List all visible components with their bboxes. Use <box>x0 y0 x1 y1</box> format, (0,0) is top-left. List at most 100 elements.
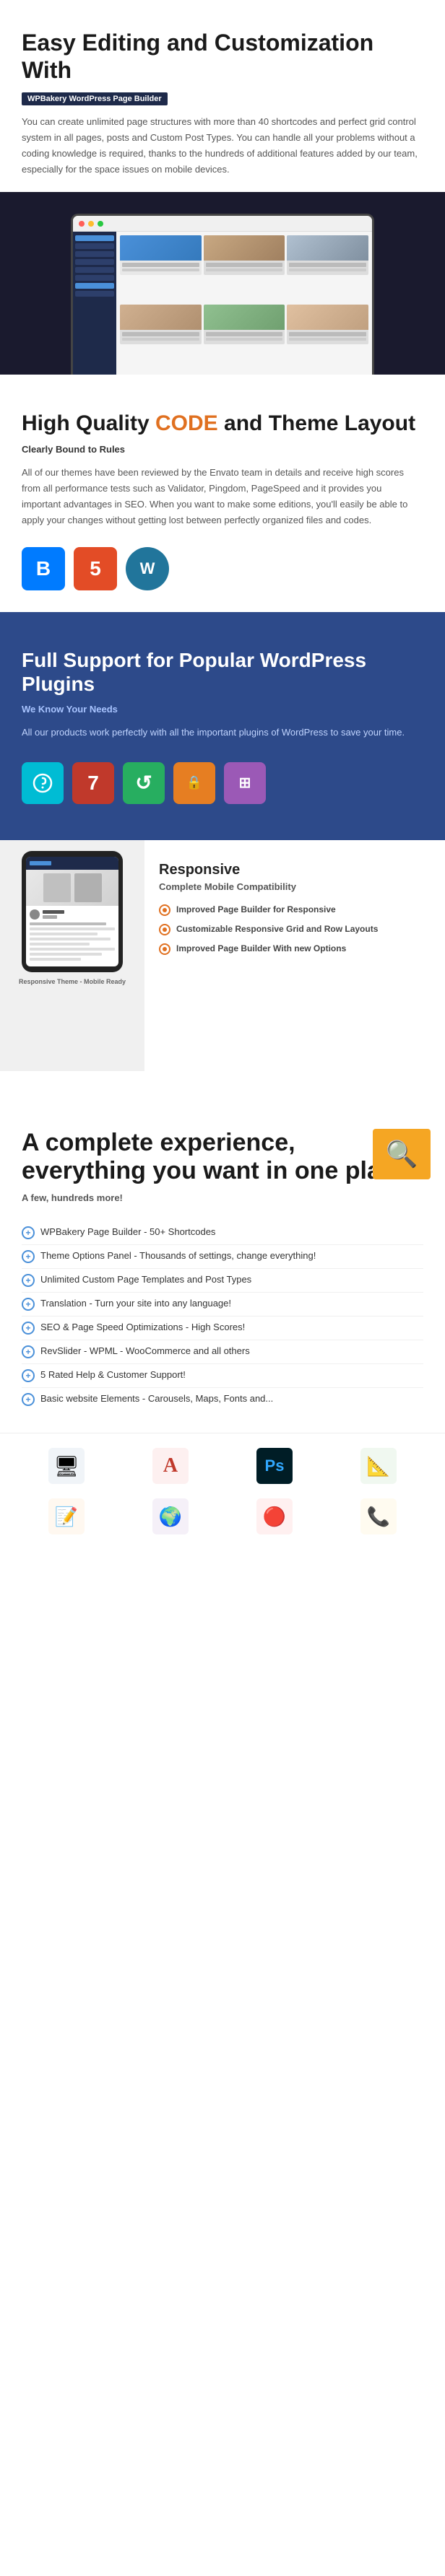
feature-icon-4 <box>22 1298 35 1311</box>
feature-icon-5 <box>22 1322 35 1335</box>
feature-item-4: Translation - Turn your site into any la… <box>22 1293 423 1317</box>
check-item-3: Improved Page Builder With new Options <box>159 943 431 955</box>
feature-text-4: Translation - Turn your site into any la… <box>40 1298 231 1309</box>
phone-line <box>30 943 90 946</box>
sidebar-item <box>75 275 114 281</box>
icon-circle-typography: A <box>152 1448 189 1484</box>
support-heading: Full Support for Popular WordPress Plugi… <box>22 648 423 697</box>
feature-text-2: Theme Options Panel - Thousands of setti… <box>40 1250 316 1261</box>
sidebar-item <box>75 267 114 273</box>
feature-icon-7 <box>22 1369 35 1382</box>
phone-date <box>43 915 57 919</box>
phone-label: Responsive Theme - Mobile Ready <box>11 978 134 985</box>
code-heading: High Quality CODE and Theme Layout <box>22 411 423 437</box>
feature-icon-3 <box>22 1274 35 1287</box>
section-bottom-icons: 🖥 A Ps 📐 📝 🌍 <box>0 1433 445 1563</box>
photoshop-icon: Ps <box>265 1457 285 1475</box>
check-icon-3 <box>159 943 170 955</box>
feature-item-8: Basic website Elements - Carousels, Maps… <box>22 1388 423 1411</box>
row2-icon-3: 🔴 <box>263 1506 286 1528</box>
bottom-icon-photoshop: Ps <box>230 1448 319 1484</box>
laptop-content <box>73 232 372 375</box>
phone-hero-card <box>43 873 71 902</box>
bottom-icon-row2-1: 📝 <box>22 1498 111 1534</box>
tech-icons-row: B 5 W <box>22 547 423 590</box>
close-dot <box>79 221 85 227</box>
wpml-icon: 🔒 <box>173 762 215 804</box>
wordpress-icon: W <box>126 547 169 590</box>
section-responsive-wrap: Responsive Theme - Mobile Ready Responsi… <box>0 840 445 1100</box>
html5-icon: 5 <box>74 547 117 590</box>
sidebar-item <box>75 235 114 241</box>
phone-user <box>30 909 115 920</box>
icon-circle-row2-4: 📞 <box>360 1498 397 1534</box>
phone-line <box>30 933 98 935</box>
feature-icon-6 <box>22 1345 35 1358</box>
check-text-2: Customizable Responsive Grid and Row Lay… <box>176 923 378 935</box>
phone-line <box>30 922 106 925</box>
responsive-heading: Responsive <box>159 862 431 878</box>
phone-line <box>30 953 102 956</box>
bottom-icon-row2-4: 📞 <box>334 1498 423 1534</box>
section-support: Full Support for Popular WordPress Plugi… <box>0 612 445 840</box>
feature-icon-2 <box>22 1250 35 1263</box>
phone-mockup <box>22 851 123 972</box>
laptop-mockup-container <box>0 192 445 375</box>
icon-circle-photoshop: Ps <box>256 1448 293 1484</box>
icon-circle-row2-2: 🌍 <box>152 1498 189 1534</box>
template-card <box>120 235 202 275</box>
icon-circle-layouts: 📐 <box>360 1448 397 1484</box>
section-responsive: Responsive Theme - Mobile Ready Responsi… <box>0 840 445 1100</box>
template-card <box>120 305 202 344</box>
laptop-topbar <box>73 216 372 232</box>
section-code: High Quality CODE and Theme Layout Clear… <box>0 375 445 611</box>
sidebar-item <box>75 251 114 257</box>
sidebar-item <box>75 259 114 265</box>
wpbakery-icon: 🖥 <box>53 1454 79 1478</box>
quform-svg <box>32 772 53 794</box>
laptop-sidebar <box>73 232 116 375</box>
phone-name <box>43 910 64 914</box>
phone-body <box>26 906 118 966</box>
row2-icon-1: 📝 <box>55 1506 78 1528</box>
feature-text-7: 5 Rated Help & Customer Support! <box>40 1369 186 1380</box>
check-item-1: Improved Page Builder for Responsive <box>159 904 431 916</box>
row2-icon-2: 🌍 <box>159 1506 182 1528</box>
feature-item-1: WPBakery Page Builder - 50+ Shortcodes <box>22 1221 423 1245</box>
responsive-content: Responsive Complete Mobile Compatibility… <box>144 840 445 977</box>
laptop-screen <box>73 216 372 375</box>
typography-icon: A <box>163 1454 178 1477</box>
check-icon-1 <box>159 904 170 916</box>
section-complete: A complete experience, everything you wa… <box>0 1100 445 1433</box>
editing-heading: Easy Editing and Customization With <box>22 29 423 84</box>
sidebar-item <box>75 283 114 289</box>
section-editing: Easy Editing and Customization With WPBa… <box>0 0 445 178</box>
phone-avatar <box>30 909 40 920</box>
phone-line <box>30 938 111 940</box>
laptop-mockup <box>71 214 374 375</box>
sidebar-item <box>75 243 114 249</box>
template-card <box>204 305 285 344</box>
bottom-icon-row2-2: 🌍 <box>126 1498 215 1534</box>
code-heading-code: CODE <box>155 411 218 435</box>
feature-item-6: RevSlider - WPML - WooCommerce and all o… <box>22 1340 423 1364</box>
few-more-label: A few, hundreds more! <box>22 1192 423 1203</box>
code-heading-part1: High Quality <box>22 411 155 435</box>
revolution-icon: ↺ <box>123 762 165 804</box>
feature-item-2: Theme Options Panel - Thousands of setti… <box>22 1245 423 1269</box>
row2-icon-4: 📞 <box>367 1506 390 1528</box>
bottom-icon-wpbakery: 🖥 <box>22 1448 111 1484</box>
phone-hero-card <box>74 873 102 902</box>
support-description: All our products work perfectly with all… <box>22 725 423 741</box>
woocommerce-icon: ⊞ <box>224 762 266 804</box>
feature-text-8: Basic website Elements - Carousels, Maps… <box>40 1393 273 1404</box>
feature-text-5: SEO & Page Speed Optimizations - High Sc… <box>40 1322 245 1332</box>
icon-circle-row2-1: 📝 <box>48 1498 85 1534</box>
sidebar-item <box>75 291 114 297</box>
section-complete-wrap: A complete experience, everything you wa… <box>0 1100 445 1433</box>
magnifier-icon: 🔍 <box>386 1139 418 1169</box>
template-card <box>287 305 368 344</box>
minimize-dot <box>88 221 94 227</box>
maximize-dot <box>98 221 103 227</box>
seven-icon: 7 <box>72 762 114 804</box>
